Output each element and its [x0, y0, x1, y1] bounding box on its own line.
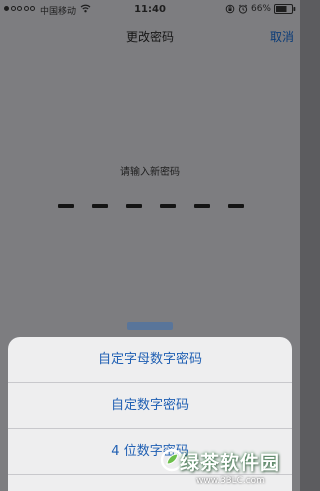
custom-numeric-code-option[interactable]: 自定数字密码 — [8, 383, 292, 429]
four-digit-code-option[interactable]: 4 位数字密码 — [8, 429, 292, 475]
battery-icon — [274, 4, 296, 14]
passcode-digit-slot — [126, 204, 142, 208]
status-right-group: 66% — [225, 4, 296, 14]
custom-alphanumeric-code-option[interactable]: 自定字母数字密码 — [8, 337, 292, 383]
nav-bar: 更改密码 取消 — [0, 20, 300, 52]
passcode-digit-slot — [194, 204, 210, 208]
passcode-prompt: 请输入新密码 — [120, 167, 180, 178]
page-title: 更改密码 — [125, 30, 174, 44]
status-bar: 中国移动 11:40 66% — [0, 0, 300, 20]
passcode-digits[interactable] — [58, 204, 244, 210]
passcode-options-sheet: 自定字母数字密码 自定数字密码 4 位数字密码 — [8, 337, 292, 491]
orientation-lock-icon — [225, 4, 235, 14]
battery-percentage: 66% — [250, 4, 271, 14]
change-passcode-screen: 中国移动 11:40 66% 更改密码 取消 请输入新密码 自定字母数字密码 自… — [0, 0, 300, 491]
passcode-digit-slot — [92, 204, 108, 208]
passcode-options-link[interactable] — [127, 322, 173, 330]
cancel-button[interactable]: 取消 — [270, 28, 294, 45]
passcode-digit-slot — [58, 204, 74, 208]
passcode-digit-slot — [160, 204, 176, 208]
passcode-digit-slot — [228, 204, 244, 208]
alarm-icon — [238, 4, 248, 14]
